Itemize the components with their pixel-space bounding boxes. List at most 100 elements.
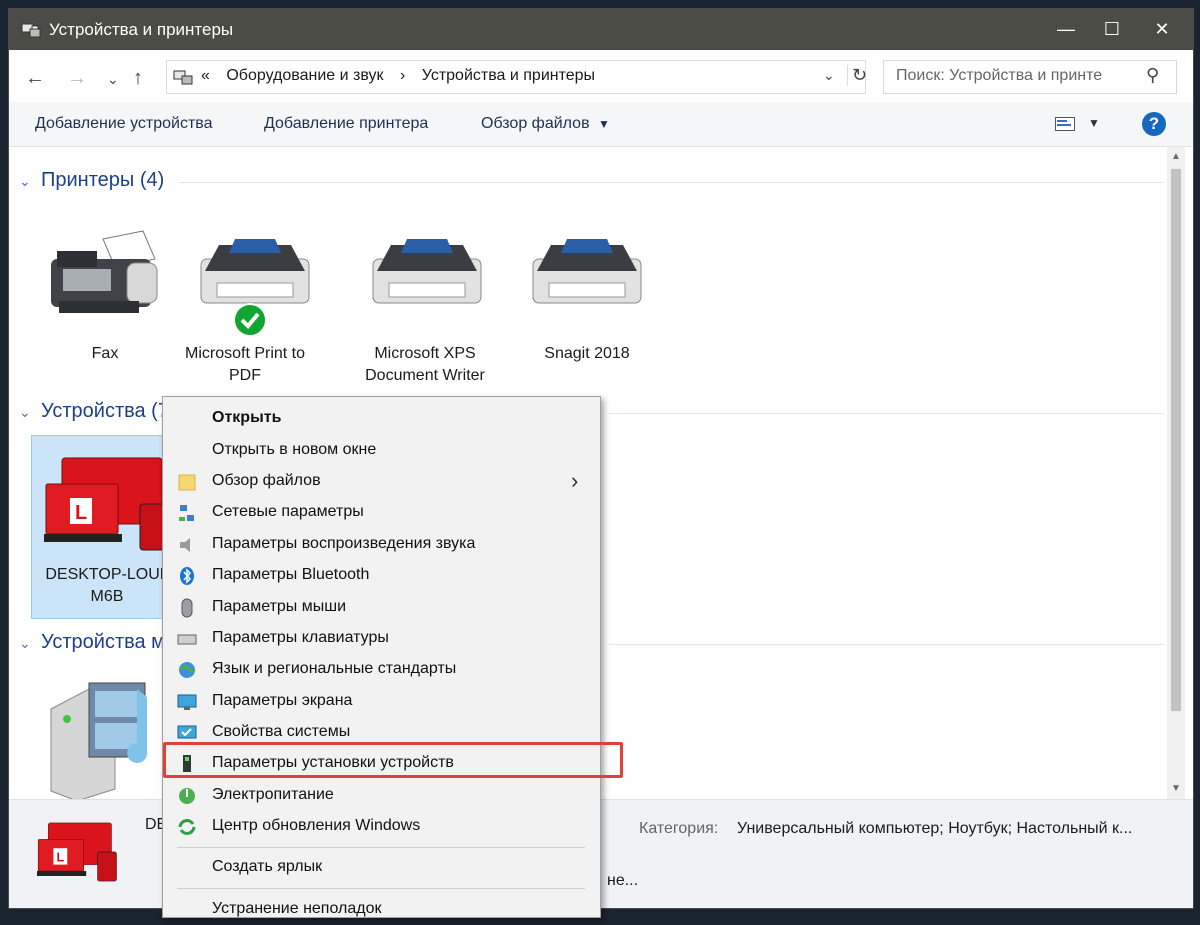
- address-bar[interactable]: « Оборудование и звук › Устройства и при…: [166, 60, 867, 94]
- printer-icon: [200, 239, 310, 304]
- printers-group-header[interactable]: ⌄ Принтеры (4): [19, 169, 164, 192]
- device-label: Microsoft XPS Document Writer: [365, 345, 485, 384]
- multimedia-group-title: Устройства м: [41, 631, 165, 653]
- address-dropdown-button[interactable]: ⌄: [823, 67, 835, 84]
- back-button[interactable]: ←: [25, 67, 45, 90]
- refresh-button[interactable]: ↻: [847, 65, 867, 86]
- details-category-value: Универсальный компьютер; Ноутбук; Настол…: [737, 820, 1133, 837]
- search-input[interactable]: Поиск: Устройства и принте: [896, 67, 1102, 85]
- help-button[interactable]: ?: [1142, 112, 1166, 136]
- svg-text:L: L: [57, 850, 65, 864]
- device-ms-print-to-pdf[interactable]: Microsoft Print to PDF: [175, 217, 315, 387]
- fax-icon: [51, 230, 158, 313]
- submenu-arrow-icon: ›: [571, 468, 579, 493]
- folder-icon: [178, 474, 196, 491]
- menu-item-label: Свойства системы: [212, 723, 351, 740]
- command-bar: Добавление устройства Добавление принтер…: [9, 102, 1193, 147]
- menu-item-windows-update[interactable]: Центр обновления Windows: [163, 811, 600, 842]
- computer-devices-icon: L: [44, 457, 171, 551]
- menu-item-label: Параметры мыши: [212, 598, 347, 615]
- devices-group-title: Устройства (7: [41, 400, 169, 422]
- menu-item-create-shortcut[interactable]: Создать ярлык: [163, 852, 600, 883]
- media-server-icon: [50, 682, 148, 799]
- svg-text:L: L: [75, 502, 87, 524]
- group-divider: [609, 644, 1164, 645]
- menu-item-open-new-window[interactable]: Открыть в новом окне: [163, 435, 600, 466]
- menu-item-label: Устранение неполадок: [212, 900, 382, 917]
- menu-item-mouse-settings[interactable]: Параметры мыши: [163, 592, 600, 623]
- bluetooth-icon: [180, 567, 194, 585]
- device-desktop-selected[interactable]: L DESKTOP-LOUL M6B: [31, 435, 183, 619]
- menu-item-label: Параметры клавиатуры: [212, 629, 389, 646]
- add-device-button[interactable]: Добавление устройства: [35, 115, 213, 133]
- chevron-down-icon: ⌄: [19, 173, 31, 189]
- search-icon[interactable]: ⚲: [1146, 65, 1159, 86]
- menu-item-label: Параметры воспроизведения звука: [212, 535, 476, 552]
- monitor-icon: [177, 694, 197, 710]
- title-bar[interactable]: Устройства и принтеры — ☐ ✕: [9, 9, 1193, 50]
- vertical-scrollbar[interactable]: ▲ ▼: [1167, 147, 1185, 799]
- add-printer-button[interactable]: Добавление принтера: [264, 115, 428, 133]
- breadcrumb-separator[interactable]: ›: [400, 67, 405, 84]
- menu-separator: [177, 847, 585, 848]
- menu-item-label: Открыть: [212, 409, 282, 426]
- menu-item-display-settings[interactable]: Параметры экрана: [163, 686, 600, 717]
- scroll-thumb[interactable]: [1171, 169, 1181, 711]
- menu-item-label: Центр обновления Windows: [212, 817, 421, 834]
- menu-item-label: Открыть в новом окне: [212, 441, 377, 458]
- device-label: Snagit 2018: [544, 345, 630, 362]
- view-dropdown-button[interactable]: ▼: [1088, 116, 1100, 130]
- printer-icon: [372, 239, 482, 304]
- menu-item-label: Параметры экрана: [212, 692, 353, 709]
- highlight-annotation: [163, 742, 623, 778]
- printers-group-title: Принтеры (4): [41, 169, 165, 191]
- group-divider: [609, 413, 1164, 414]
- device-snagit-2018[interactable]: Snagit 2018: [517, 217, 657, 387]
- devices-group-header[interactable]: ⌄ Устройства (7: [19, 400, 169, 423]
- scroll-up-arrow[interactable]: ▲: [1171, 151, 1181, 162]
- close-button[interactable]: ✕: [1139, 9, 1185, 50]
- breadcrumb-devices-printers[interactable]: Устройства и принтеры: [422, 67, 595, 84]
- multimedia-group-header[interactable]: ⌄ Устройства м: [19, 631, 165, 654]
- browse-files-button[interactable]: Обзор файлов ▼: [481, 115, 610, 133]
- chevron-down-icon: ⌄: [19, 635, 31, 651]
- menu-item-keyboard-settings[interactable]: Параметры клавиатуры: [163, 623, 600, 654]
- recent-locations-button[interactable]: ⌄: [107, 71, 119, 88]
- minimize-button[interactable]: —: [1043, 9, 1089, 50]
- breadcrumb-overflow[interactable]: «: [201, 67, 210, 84]
- search-box[interactable]: Поиск: Устройства и принте ⚲: [883, 60, 1177, 94]
- maximize-button[interactable]: ☐: [1089, 9, 1135, 50]
- window-title: Устройства и принтеры: [49, 20, 234, 39]
- menu-item-label: Сетевые параметры: [212, 503, 364, 520]
- view-options-icon[interactable]: [1055, 117, 1075, 131]
- menu-item-browse-files[interactable]: Обзор файлов ›: [163, 466, 600, 497]
- menu-item-troubleshoot[interactable]: Устранение неполадок: [163, 894, 600, 925]
- device-label: DESKTOP-LOUL M6B: [45, 566, 169, 605]
- scroll-down-arrow[interactable]: ▼: [1171, 783, 1181, 794]
- menu-item-label: Обзор файлов: [212, 472, 321, 489]
- context-menu: Открыть Открыть в новом окне Обзор файло…: [162, 396, 601, 918]
- globe-icon: [179, 662, 196, 678]
- menu-item-language-region[interactable]: Язык и региональные стандарты: [163, 654, 600, 685]
- group-divider: [179, 182, 1164, 183]
- menu-item-label: Электропитание: [212, 786, 334, 803]
- details-extra: не...: [607, 872, 639, 889]
- menu-item-bluetooth-settings[interactable]: Параметры Bluetooth: [163, 560, 600, 591]
- up-button[interactable]: ↑: [133, 67, 143, 90]
- menu-item-open[interactable]: Открыть: [163, 403, 600, 434]
- default-check-icon: [233, 303, 267, 337]
- browse-files-label: Обзор файлов: [481, 115, 590, 132]
- chevron-down-icon: ▼: [598, 117, 610, 131]
- menu-item-sound-settings[interactable]: Параметры воспроизведения звука: [163, 529, 600, 560]
- breadcrumb-hardware-sound[interactable]: Оборудование и звук: [226, 67, 383, 84]
- menu-item-power-options[interactable]: Электропитание: [163, 780, 600, 811]
- forward-button[interactable]: →: [67, 67, 87, 90]
- device-fax[interactable]: Fax: [35, 217, 175, 377]
- menu-item-network-settings[interactable]: Сетевые параметры: [163, 497, 600, 528]
- device-media-server[interactable]: [35, 659, 175, 799]
- chevron-down-icon: ⌄: [19, 404, 31, 420]
- devices-printers-icon: [21, 23, 41, 38]
- device-ms-xps-writer[interactable]: Microsoft XPS Document Writer: [355, 217, 495, 387]
- menu-item-label: Язык и региональные стандарты: [212, 660, 457, 677]
- menu-separator: [177, 888, 585, 889]
